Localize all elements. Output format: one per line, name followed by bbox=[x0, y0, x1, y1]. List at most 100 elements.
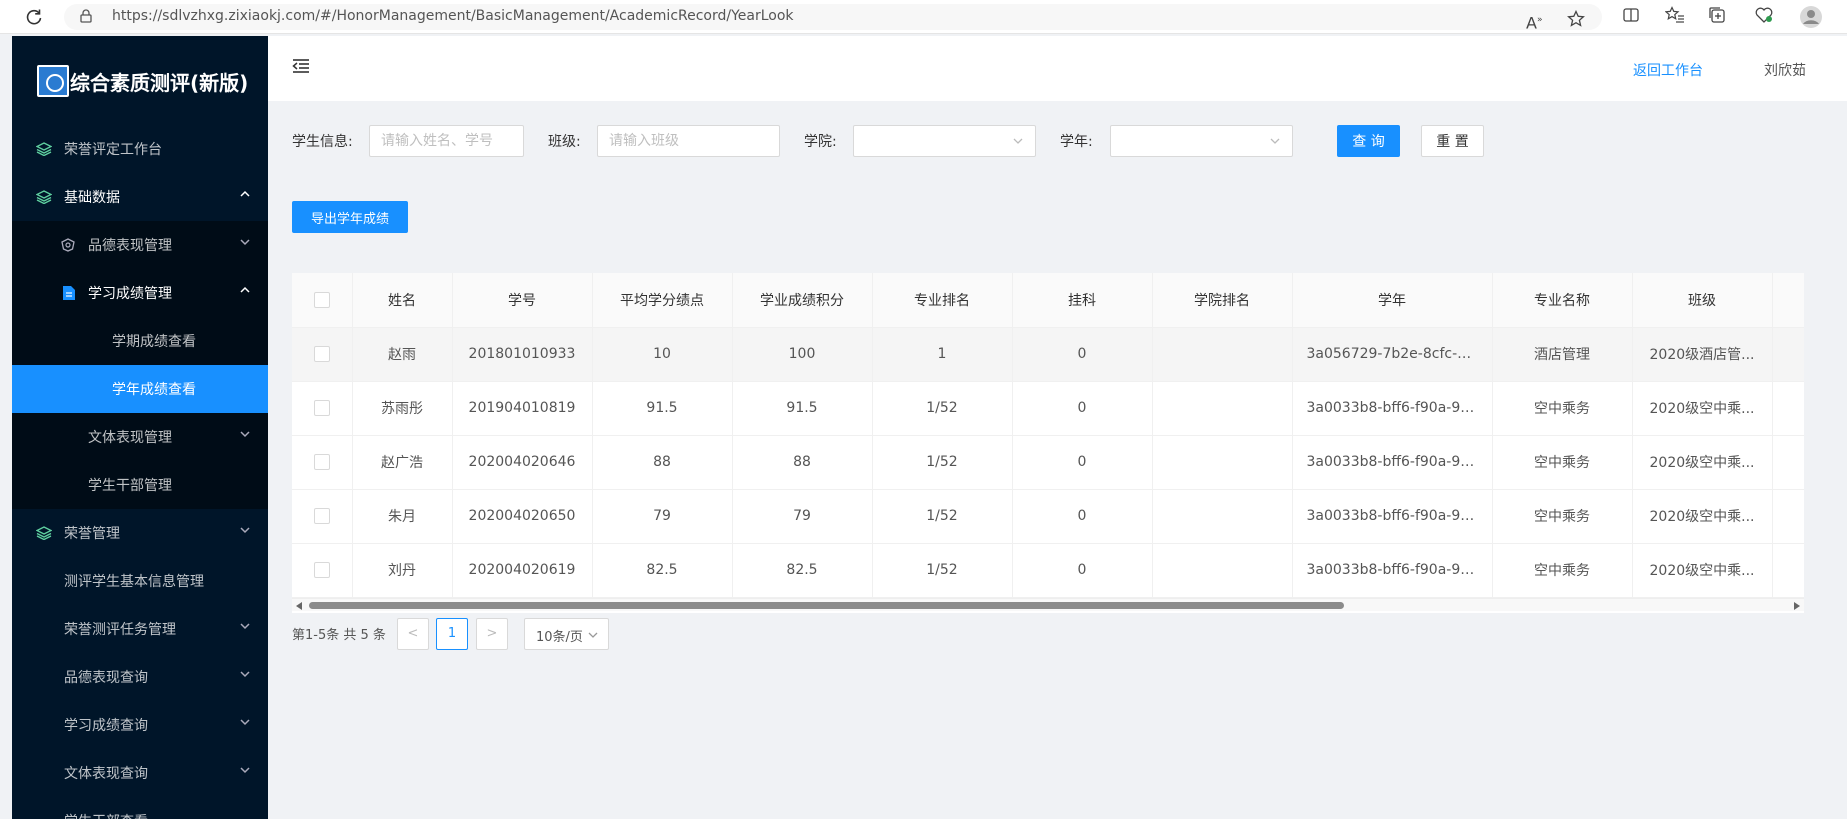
horizontal-scrollbar[interactable] bbox=[292, 598, 1804, 611]
export-year-scores-button[interactable]: 导出学年成绩 bbox=[292, 201, 408, 233]
school-year-select[interactable] bbox=[1110, 125, 1293, 157]
table-cell: 2020级空中乘... bbox=[1632, 381, 1773, 436]
chevron-down-icon bbox=[240, 527, 250, 534]
row-select-cell bbox=[292, 381, 353, 436]
table-cell-extra bbox=[1772, 435, 1804, 490]
browser-essentials-icon[interactable] bbox=[1754, 6, 1774, 24]
table-cell: 88 bbox=[732, 435, 873, 490]
column-header[interactable]: 学院排名 bbox=[1152, 273, 1293, 328]
table-cell: 202004020650 bbox=[452, 489, 593, 544]
chevron-down-icon bbox=[240, 239, 250, 246]
table-cell: 2020级空中乘... bbox=[1632, 543, 1773, 598]
next-page-button[interactable]: > bbox=[476, 618, 508, 650]
sidebar-item-semester-scores[interactable]: 学期成绩查看 bbox=[12, 317, 268, 365]
table-cell: 201904010819 bbox=[452, 381, 593, 436]
url-text[interactable]: https://sdlvzhxg.zixiaokj.com/#/HonorMan… bbox=[112, 8, 794, 24]
scroll-right-icon[interactable] bbox=[1794, 602, 1800, 610]
reload-icon[interactable] bbox=[24, 7, 44, 27]
college-select[interactable] bbox=[853, 125, 1036, 157]
column-header[interactable]: 挂科 bbox=[1012, 273, 1153, 328]
class-label: 班级: bbox=[548, 134, 581, 150]
query-button[interactable]: 查 询 bbox=[1337, 125, 1400, 157]
table-cell: 空中乘务 bbox=[1492, 381, 1633, 436]
sidebar-item-cadre-view[interactable]: 学生干部查看 bbox=[12, 797, 268, 819]
column-header[interactable]: 专业排名 bbox=[872, 273, 1013, 328]
row-select-cell bbox=[292, 489, 353, 544]
chevron-down-icon bbox=[240, 671, 250, 678]
sidebar-item-sports-arts-management[interactable]: 文体表现管理 bbox=[12, 413, 268, 461]
row-checkbox[interactable] bbox=[313, 562, 330, 578]
row-checkbox[interactable] bbox=[313, 508, 330, 524]
table-cell bbox=[1152, 543, 1293, 598]
row-checkbox[interactable] bbox=[313, 454, 330, 470]
table-cell: 10 bbox=[592, 327, 733, 382]
sidebar-item-academic-management[interactable]: 学习成绩管理 bbox=[12, 269, 268, 317]
user-name[interactable]: 刘欣茹 bbox=[1764, 60, 1806, 80]
table-cell: 刘丹 bbox=[352, 543, 453, 598]
table-row[interactable]: 刘丹 202004020619 82.5 82.5 1/52 0 3a0033b8-bff6… bbox=[292, 543, 1804, 598]
sidebar-item-label: 学生干部查看 bbox=[64, 811, 148, 819]
row-checkbox[interactable] bbox=[313, 400, 330, 416]
column-header[interactable]: 姓名 bbox=[352, 273, 453, 328]
page-1-button[interactable]: 1 bbox=[436, 618, 468, 650]
app-logo-row: 综合素质测评(新版) bbox=[12, 36, 268, 126]
table-cell: 88 bbox=[592, 435, 733, 490]
scroll-left-icon[interactable] bbox=[296, 602, 302, 610]
sidebar-item-moral-query[interactable]: 品德表现查询 bbox=[12, 653, 268, 701]
table-cell: 3a0033b8-bff6-f90a-9c3... bbox=[1292, 543, 1493, 598]
page-size-select[interactable]: 10条/页 bbox=[524, 618, 609, 650]
row-checkbox[interactable] bbox=[313, 346, 330, 362]
column-header[interactable]: 班级 bbox=[1632, 273, 1773, 328]
table-cell: 0 bbox=[1012, 381, 1153, 436]
chevron-down-icon bbox=[240, 623, 250, 630]
table-row[interactable]: 赵雨 201801010933 10 100 1 0 3a056729-7b2e-8cfc-… bbox=[292, 327, 1804, 382]
column-header[interactable]: 学年 bbox=[1292, 273, 1493, 328]
column-header[interactable]: 学业成绩积分 bbox=[732, 273, 873, 328]
lock-icon bbox=[80, 9, 92, 23]
shield-icon bbox=[61, 238, 75, 252]
class-input[interactable] bbox=[597, 125, 780, 157]
table-row[interactable]: 赵广浩 202004020646 88 88 1/52 0 3a0033b8-bff6-f9… bbox=[292, 435, 1804, 490]
menu-fold-icon[interactable] bbox=[292, 58, 310, 74]
column-header[interactable]: 平均学分绩点 bbox=[592, 273, 733, 328]
favorite-star-icon[interactable] bbox=[1567, 10, 1585, 28]
reset-button[interactable]: 重 置 bbox=[1421, 125, 1484, 157]
sidebar-item-honor-management[interactable]: 荣誉管理 bbox=[12, 509, 268, 557]
top-header: 返回工作台 刘欣茹 bbox=[268, 36, 1847, 101]
prev-page-button[interactable]: < bbox=[397, 618, 429, 650]
student-info-input[interactable] bbox=[369, 125, 524, 157]
sidebar-item-honor-task-management[interactable]: 荣誉测评任务管理 bbox=[12, 605, 268, 653]
back-to-workbench-link[interactable]: 返回工作台 bbox=[1633, 60, 1703, 80]
read-aloud-icon[interactable]: A» bbox=[1526, 10, 1542, 33]
app-logo bbox=[37, 65, 69, 97]
select-all-checkbox[interactable] bbox=[313, 291, 330, 308]
collections-icon[interactable] bbox=[1708, 6, 1726, 24]
sidebar-item-year-scores[interactable]: 学年成绩查看 bbox=[12, 365, 268, 413]
student-info-label: 学生信息: bbox=[292, 134, 353, 150]
table-cell: 0 bbox=[1012, 489, 1153, 544]
split-screen-icon[interactable] bbox=[1622, 6, 1640, 24]
table-cell bbox=[1152, 435, 1293, 490]
sidebar-item-cadre-management[interactable]: 学生干部管理 bbox=[12, 461, 268, 509]
sidebar-item-basic-data[interactable]: 基础数据 bbox=[12, 173, 268, 221]
sidebar-item-academic-query[interactable]: 学习成绩查询 bbox=[12, 701, 268, 749]
college-label: 学院: bbox=[804, 134, 837, 150]
profile-avatar-icon[interactable] bbox=[1799, 5, 1823, 29]
table-cell: 2020级空中乘... bbox=[1632, 435, 1773, 490]
table-cell: 苏雨彤 bbox=[352, 381, 453, 436]
column-header[interactable]: 学号 bbox=[452, 273, 593, 328]
address-bar[interactable]: https://sdlvzhxg.zixiaokj.com/#/HonorMan… bbox=[64, 4, 1602, 33]
scrollbar-thumb[interactable] bbox=[309, 602, 1344, 609]
table-row[interactable]: 苏雨彤 201904010819 91.5 91.5 1/52 0 3a0033b8-bff… bbox=[292, 381, 1804, 436]
favorites-icon[interactable] bbox=[1665, 6, 1685, 24]
table-cell bbox=[1152, 327, 1293, 382]
chevron-up-icon bbox=[240, 190, 250, 197]
sidebar-item-label: 学生干部管理 bbox=[88, 478, 172, 494]
sidebar-item-honor-workbench[interactable]: 荣誉评定工作台 bbox=[12, 125, 268, 173]
sidebar-item-student-info-management[interactable]: 测评学生基本信息管理 bbox=[12, 557, 268, 605]
table-cell: 2020级空中乘... bbox=[1632, 489, 1773, 544]
sidebar-item-moral-management[interactable]: 品德表现管理 bbox=[12, 221, 268, 269]
table-row[interactable]: 朱月 202004020650 79 79 1/52 0 3a0033b8-bff6-f90… bbox=[292, 489, 1804, 544]
sidebar-item-sports-arts-query[interactable]: 文体表现查询 bbox=[12, 749, 268, 797]
column-header[interactable]: 专业名称 bbox=[1492, 273, 1633, 328]
